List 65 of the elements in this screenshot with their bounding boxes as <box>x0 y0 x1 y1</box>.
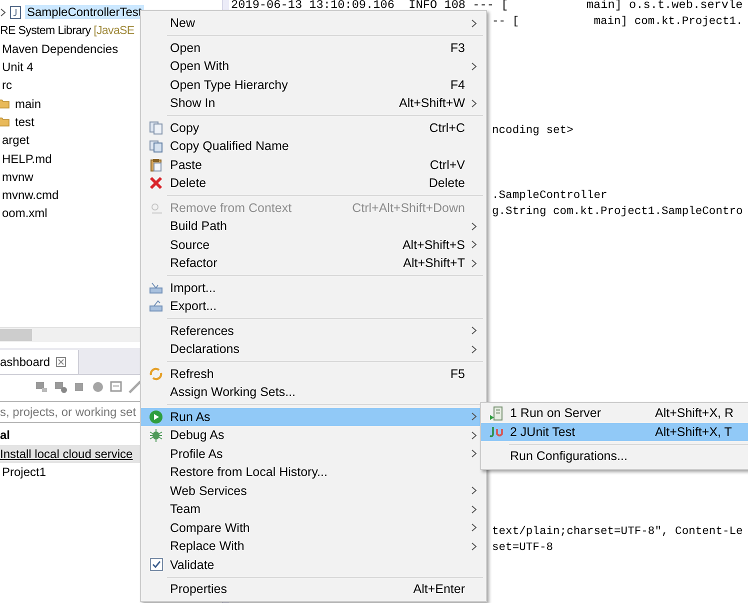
tree-item[interactable]: arget <box>0 133 32 148</box>
menu-item[interactable]: Open F3 <box>141 38 486 57</box>
tree-item[interactable]: HELP.md <box>0 152 54 166</box>
menu-item[interactable]: Open Type Hierarchy F4 <box>141 76 486 94</box>
tree-item[interactable]: oom.xml <box>0 206 50 220</box>
menu-item[interactable]: Validate <box>141 556 486 574</box>
menu-item[interactable]: Run Configurations... <box>481 447 748 466</box>
folder-icon <box>0 116 10 128</box>
menu-item[interactable]: Show In Alt+Shift+W <box>141 94 486 112</box>
monitor-icon <box>109 380 123 394</box>
menu-item[interactable]: Compare With <box>141 518 486 537</box>
menu-item[interactable]: Team <box>141 500 486 518</box>
close-icon <box>149 176 163 190</box>
copy-icon <box>149 120 163 135</box>
menu-item[interactable]: Delete Delete <box>141 174 486 192</box>
tree-item[interactable]: mvnw <box>0 170 36 184</box>
console-line: -- [ main] com.kt.Project1. <box>492 14 743 30</box>
menu-item[interactable]: Source Alt+Shift+S <box>141 236 486 254</box>
scrollbar-thumb[interactable] <box>0 329 32 341</box>
menu-item[interactable]: Open With <box>141 57 486 76</box>
menu-item[interactable]: 2 JUnit Test Alt+Shift+X, T <box>481 422 748 441</box>
menu-item[interactable]: Export... <box>141 297 486 316</box>
menu-item[interactable]: Copy Ctrl+C <box>141 118 486 137</box>
menu-item[interactable]: New <box>141 14 486 32</box>
folder-icon <box>0 98 10 110</box>
menu-item[interactable]: Restore from Local History... <box>141 463 486 482</box>
view-tab[interactable]: ashboard <box>0 350 80 374</box>
menu-item[interactable]: Build Path <box>141 217 486 236</box>
tree-item[interactable]: main <box>13 96 44 111</box>
console-line: ncoding set> <box>492 124 574 139</box>
circle-icon <box>90 380 104 394</box>
menu-item[interactable]: References <box>141 322 486 340</box>
java-file-icon <box>10 6 21 19</box>
export-icon <box>149 299 163 314</box>
menu-item[interactable]: Replace With <box>141 537 486 556</box>
tree-item[interactable]: mvnw.cmd <box>0 188 61 202</box>
menu-item[interactable]: Declarations <box>141 340 486 358</box>
menu-item[interactable]: Import... <box>141 278 486 297</box>
expand-icon <box>0 8 6 17</box>
stop-icon <box>72 380 86 394</box>
tree-item[interactable]: Unit 4 <box>0 60 36 74</box>
tree-item[interactable]: Maven Dependencies <box>0 42 120 56</box>
run-icon <box>149 410 163 424</box>
menu-item[interactable]: Web Services <box>141 482 486 500</box>
console-line: g.String com.kt.Project1.SampleContro <box>492 204 743 220</box>
menu-item[interactable]: Properties Alt+Enter <box>141 580 486 598</box>
menu-item[interactable]: Paste Ctrl+V <box>141 156 486 174</box>
menu-item[interactable]: Assign Working Sets... <box>141 383 486 402</box>
console-line: text/plain;charset=UTF-8", Content-Le <box>492 524 743 540</box>
copy-icon <box>149 139 163 154</box>
tree-item[interactable]: test <box>13 114 36 129</box>
clipboard-icon <box>149 158 163 172</box>
close-icon <box>56 357 66 367</box>
console-line: set=UTF-8 <box>492 541 554 556</box>
menu-item[interactable]: Refactor Alt+Shift+T <box>141 254 486 272</box>
menu-item[interactable]: Refresh F5 <box>141 364 486 383</box>
import-icon <box>149 280 163 295</box>
menu-item[interactable]: Copy Qualified Name <box>141 137 486 156</box>
tree-item[interactable]: SampleControllerTest <box>25 5 144 20</box>
test-icon <box>488 426 504 438</box>
tree-item[interactable]: RE System Library [JavaSE <box>0 24 134 37</box>
tree-item[interactable]: rc <box>0 78 14 92</box>
refresh-icon <box>149 366 163 381</box>
console-line: .SampleController <box>492 188 608 204</box>
bug-icon <box>149 428 163 442</box>
